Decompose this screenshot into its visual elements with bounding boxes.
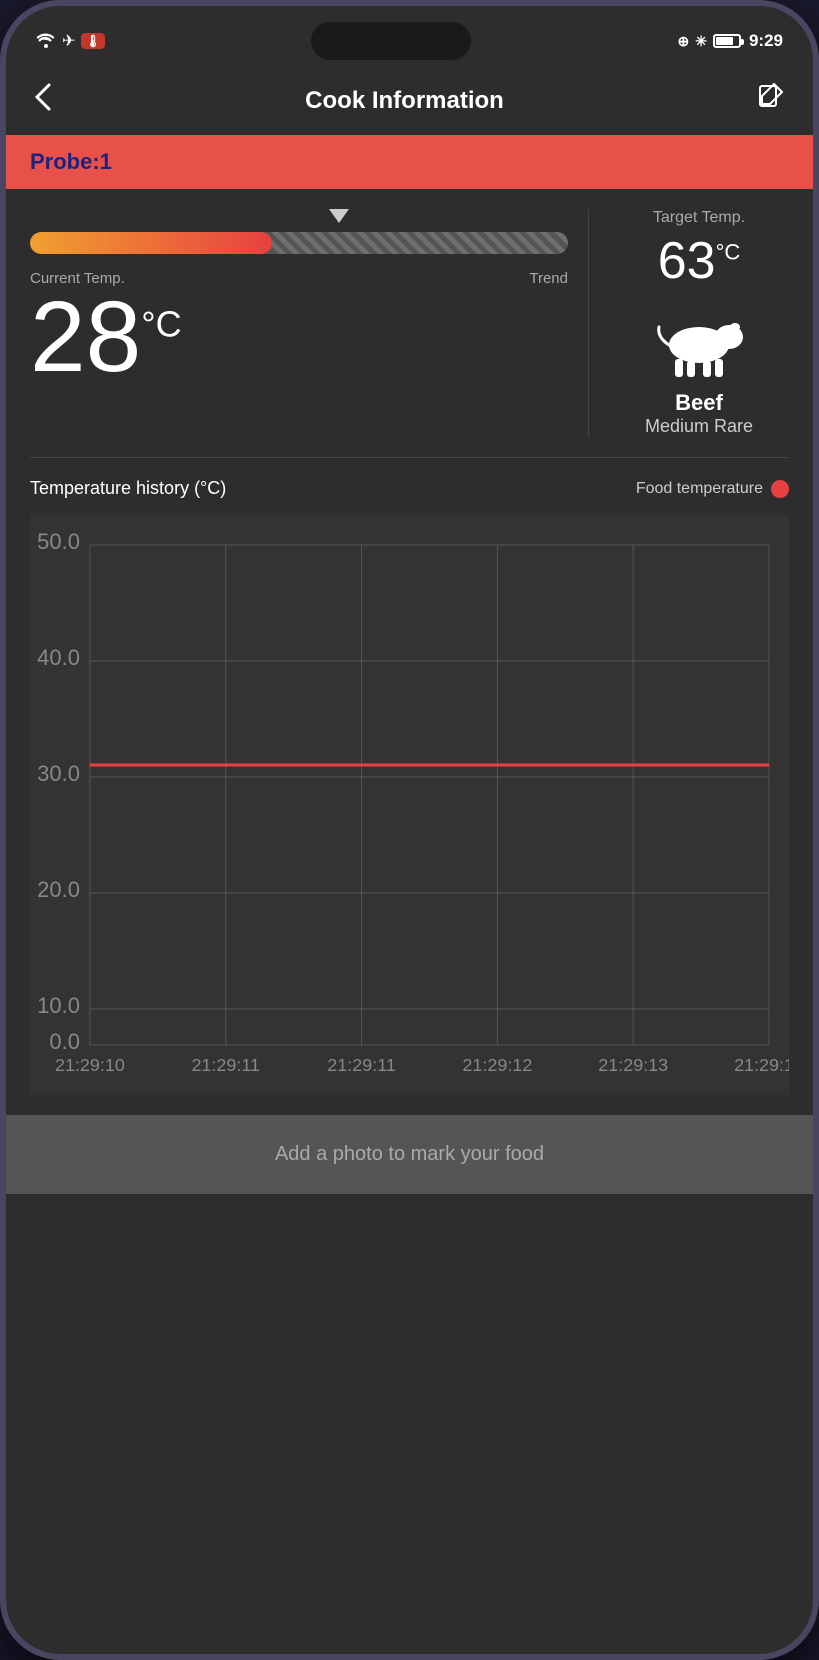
current-temp-panel: Current Temp. Trend 28°C: [30, 209, 589, 437]
current-temp-unit: °C: [141, 304, 181, 345]
svg-text:20.0: 20.0: [37, 877, 80, 902]
target-temp-value: 63°C: [658, 232, 741, 290]
battery-icon: [713, 34, 741, 48]
airplane-icon: ✈: [62, 31, 75, 51]
chart-header: Temperature history (°C) Food temperatur…: [30, 478, 789, 499]
temp-progress-container: [30, 209, 568, 254]
current-temp-display: 28°C: [30, 287, 568, 387]
status-right-icons: ⊕ ✳ 9:29: [678, 31, 784, 51]
time-display: 9:29: [749, 31, 783, 51]
svg-text:21:29:12: 21:29:12: [462, 1055, 532, 1075]
target-temp-display: 63°C: [658, 231, 741, 291]
chart-title: Temperature history (°C): [30, 478, 226, 499]
svg-text:50.0: 50.0: [37, 529, 80, 554]
app-header: Cook Information: [6, 66, 813, 135]
svg-text:0.0: 0.0: [49, 1029, 80, 1054]
target-temp-unit: °C: [716, 240, 741, 265]
cow-icon: [649, 307, 749, 382]
svg-text:30.0: 30.0: [37, 761, 80, 786]
page-title: Cook Information: [305, 87, 504, 115]
target-temp-panel: Target Temp. 63°C: [589, 209, 789, 437]
edit-button[interactable]: [757, 83, 785, 118]
bluetooth-icon: ✳: [695, 33, 707, 50]
progress-bar: [30, 232, 568, 254]
add-photo-label: Add a photo to mark your food: [275, 1143, 544, 1165]
food-doneness-label: Medium Rare: [645, 416, 753, 437]
current-temp-value: 28°C: [30, 281, 182, 393]
svg-text:21:29:13: 21:29:13: [598, 1055, 668, 1075]
temperature-section: Current Temp. Trend 28°C Target Temp. 6: [6, 189, 813, 457]
phone-screen: ✈ 🌡 ⊕ ✳ 9:29 Cook Information: [6, 6, 813, 1654]
status-left-icons: ✈ 🌡: [36, 31, 105, 51]
app-icon: 🌡: [81, 33, 104, 49]
svg-text:21:29:11: 21:29:11: [191, 1055, 260, 1075]
legend-label: Food temperature: [636, 480, 763, 498]
back-button[interactable]: [34, 82, 52, 119]
target-temp-label: Target Temp.: [653, 209, 745, 227]
progress-remaining: [272, 232, 568, 254]
progress-indicator: [30, 209, 568, 228]
trend-label: Trend: [529, 270, 568, 287]
probe-bar: Probe:1: [6, 135, 813, 189]
phone-frame: ✈ 🌡 ⊕ ✳ 9:29 Cook Information: [0, 0, 819, 1660]
chart-legend: Food temperature: [636, 480, 789, 498]
status-bar: ✈ 🌡 ⊕ ✳ 9:29: [6, 6, 813, 66]
svg-text:40.0: 40.0: [37, 645, 80, 670]
progress-fill: [30, 232, 272, 254]
probe-label: Probe:1: [30, 149, 112, 174]
add-photo-button[interactable]: Add a photo to mark your food: [6, 1115, 813, 1194]
svg-text:10.0: 10.0: [37, 993, 80, 1018]
main-content: Current Temp. Trend 28°C Target Temp. 6: [6, 189, 813, 1115]
nfc-icon: ⊕: [678, 33, 690, 50]
food-type-label: Beef: [675, 390, 723, 416]
wifi-icon: [36, 32, 56, 51]
svg-text:21:29:14: 21:29:14: [734, 1055, 789, 1075]
svg-text:21:29:10: 21:29:10: [55, 1055, 125, 1075]
dynamic-island: [311, 22, 471, 60]
svg-text:21:29:11: 21:29:11: [327, 1055, 396, 1075]
temperature-chart: 50.0 40.0 30.0 20.0 10.0 0.0 21:29:10 21…: [30, 515, 789, 1095]
progress-triangle: [329, 209, 349, 223]
chart-svg: 50.0 40.0 30.0 20.0 10.0 0.0 21:29:10 21…: [30, 515, 789, 1095]
chart-section: Temperature history (°C) Food temperatur…: [6, 458, 813, 1115]
legend-dot: [771, 480, 789, 498]
